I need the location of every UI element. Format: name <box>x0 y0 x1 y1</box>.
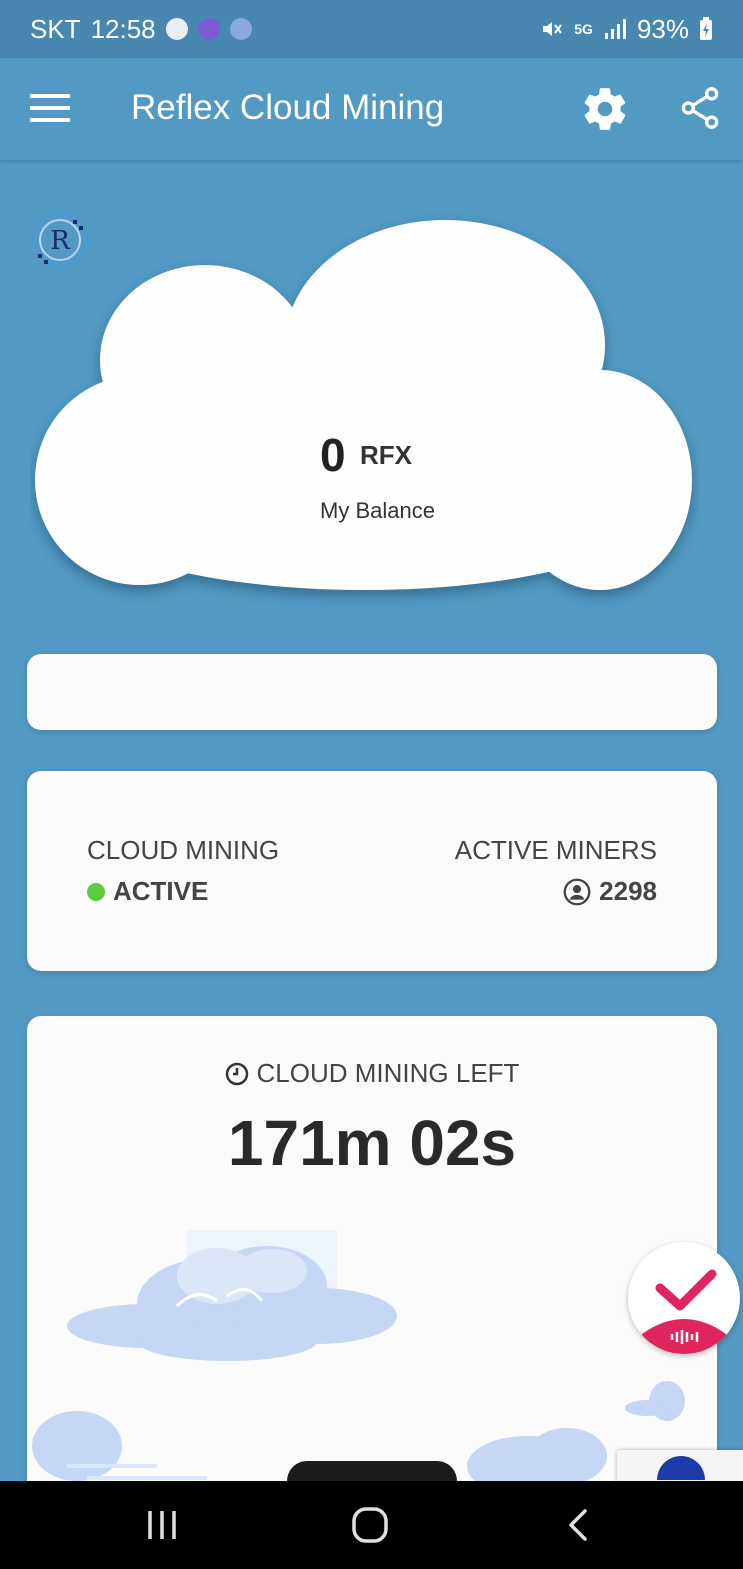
sky-clouds-illustration <box>32 1230 685 1496</box>
carrier-text: SKT <box>30 13 81 44</box>
status-bar-right: 5G 93% <box>540 14 713 45</box>
rfx-logo-icon: R <box>32 212 88 268</box>
timer-value: 171m 02s <box>227 1107 517 1179</box>
cloud-shape <box>35 220 692 590</box>
share-icon[interactable] <box>680 86 720 130</box>
timer-label-text: CLOUD MINING LEFT <box>256 1058 520 1088</box>
recents-icon[interactable] <box>132 1503 192 1547</box>
hamburger-icon[interactable] <box>30 94 70 124</box>
check-icon <box>642 1269 726 1354</box>
active-miners-count: 2298 <box>563 876 657 907</box>
balance-amount: 0 <box>320 429 346 481</box>
app-notification-icon <box>197 18 220 40</box>
network-type-text: 5G <box>574 21 593 37</box>
mining-status-card: CLOUD MINING ACTIVE MINERS ACTIVE 2298 <box>27 771 717 971</box>
battery-icon <box>700 17 712 40</box>
balance-cloud: R 0 RFX My Balance <box>30 210 700 610</box>
clock-text: 12:58 <box>90 13 156 44</box>
empty-card <box>27 654 717 730</box>
app-title: Reflex Cloud Mining <box>131 88 445 127</box>
balance-label: My Balance <box>320 498 435 523</box>
status-bar-left: SKT 12:58 <box>30 14 252 45</box>
system-nav-bar <box>0 1481 743 1569</box>
clock-icon <box>225 1062 248 1085</box>
timer-label: CLOUD MINING LEFT <box>27 1058 717 1089</box>
mute-icon <box>543 22 563 36</box>
cloud-mining-label: CLOUD MINING <box>87 835 280 865</box>
talk-notification-icon <box>165 18 188 40</box>
active-dot-icon <box>87 882 105 901</box>
back-icon[interactable] <box>548 1503 608 1547</box>
floating-check-button[interactable] <box>628 1242 740 1354</box>
cloud-mining-value: ACTIVE <box>113 876 209 906</box>
signal-icon <box>604 19 626 39</box>
battery-text: 93% <box>636 13 689 44</box>
active-miners-label: ACTIVE MINERS <box>454 835 657 865</box>
gear-icon[interactable] <box>580 84 630 134</box>
status-bar: SKT 12:58 5G 93% <box>0 0 743 58</box>
balance-unit: RFX <box>360 440 412 470</box>
cloud-mining-status: ACTIVE <box>87 876 208 907</box>
app-bar: Reflex Cloud Mining <box>0 58 743 160</box>
home-icon[interactable] <box>340 1503 400 1547</box>
svg-text:R: R <box>50 226 71 256</box>
active-miners-value: 2298 <box>599 876 657 906</box>
mining-timer-card: CLOUD MINING LEFT 171m 02s <box>27 1016 717 1496</box>
download-notification-icon <box>229 18 252 40</box>
user-circle-icon <box>563 878 591 905</box>
